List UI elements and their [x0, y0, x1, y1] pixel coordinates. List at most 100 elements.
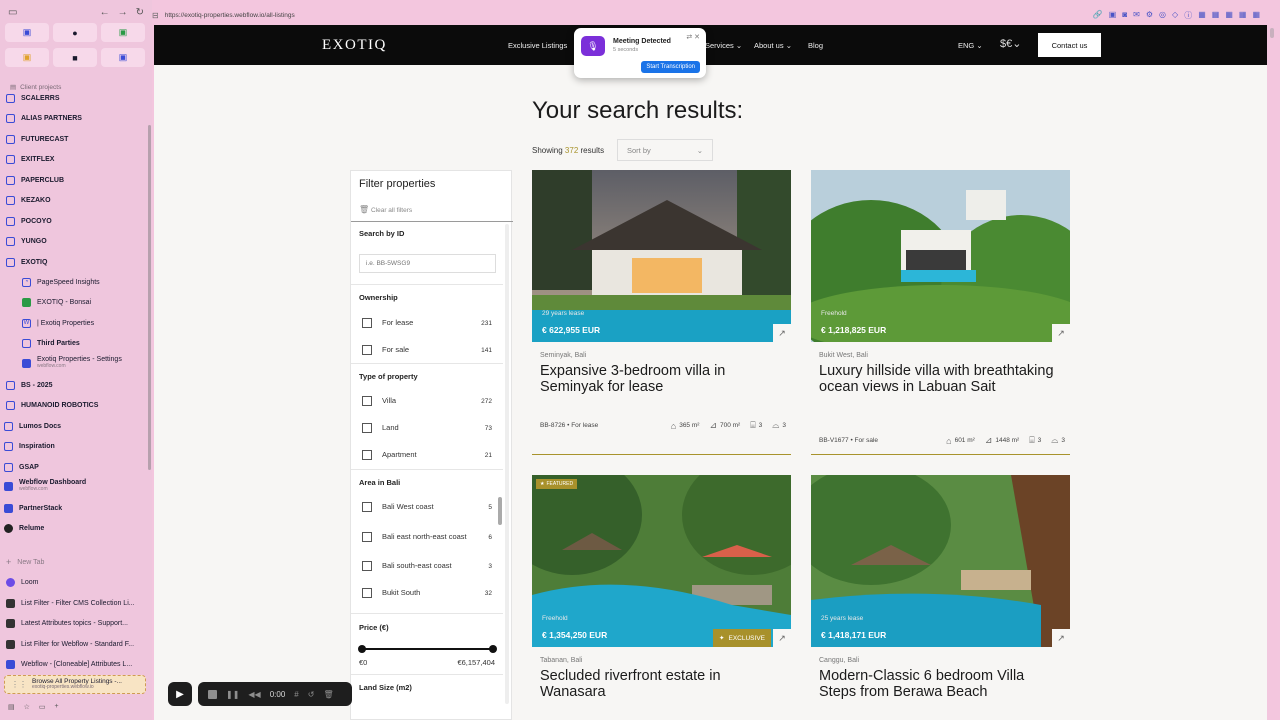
rewind-icon[interactable]: ◀◀: [248, 690, 260, 699]
sort-dropdown[interactable]: Sort by ⌄: [617, 139, 713, 161]
pinned-tab[interactable]: ▣: [5, 23, 49, 42]
stop-icon[interactable]: [208, 689, 217, 699]
extension-icon[interactable]: ▦: [1198, 10, 1206, 21]
listing-card[interactable]: Freehold € 1,218,825 EUR ↗ Bukit West, B…: [811, 170, 1070, 460]
forward-icon[interactable]: →: [118, 7, 128, 18]
nav-blog[interactable]: Blog: [808, 41, 823, 50]
filter-option[interactable]: Villa 272: [362, 393, 492, 409]
slider-handle-max[interactable]: [489, 645, 497, 653]
close-icon[interactable]: ⇄ ✕: [686, 33, 700, 41]
filter-option[interactable]: For lease 231: [362, 315, 492, 331]
new-tab-button[interactable]: + New Tab: [6, 553, 144, 571]
sidebar-folder[interactable]: Inspiration: [4, 437, 142, 455]
sidebar-tab[interactable]: W | Exotiq Properties: [22, 314, 146, 332]
checkbox[interactable]: [362, 450, 372, 460]
extension-icon[interactable]: ▦: [1252, 10, 1260, 21]
sidebar-tab[interactable]: EXOTIQ - Bonsai: [22, 293, 146, 311]
sidebar-folder[interactable]: EXITFLEX: [6, 150, 144, 168]
nav-services[interactable]: Services ⌄: [705, 41, 742, 50]
sidebar-subfolder[interactable]: Third Parties: [22, 334, 146, 352]
filter-option[interactable]: Bali east north-east coast 6: [362, 527, 492, 547]
sidebar-folder[interactable]: PAPERCLUB: [6, 171, 144, 189]
nav-exclusive-listings[interactable]: Exclusive Listings: [508, 41, 567, 50]
listing-card[interactable]: 25 years lease € 1,418,171 EUR ↗ Canggu,…: [811, 475, 1070, 720]
listing-title[interactable]: Secluded riverfront estate in Wanasara: [540, 668, 780, 700]
sidebar-tab[interactable]: List Filter - Filter CMS Collection Li..…: [6, 594, 144, 612]
arrow-up-right-icon[interactable]: ↗: [773, 629, 791, 647]
sidebar-folder[interactable]: BS - 2025: [6, 376, 144, 394]
sidebar-tab[interactable]: PartnerStack: [4, 499, 142, 517]
sidebar-tab[interactable]: Webflow - [Cloneable] Attributes L...: [6, 655, 144, 673]
pinned-tab[interactable]: ▣: [101, 48, 145, 67]
sidebar-folder[interactable]: GSAP: [4, 458, 142, 476]
search-id-input[interactable]: [359, 254, 496, 273]
arrow-up-right-icon[interactable]: ↗: [1052, 324, 1070, 342]
listing-title[interactable]: Luxury hillside villa with breathtaking …: [819, 363, 1059, 395]
camera-icon[interactable]: ▶: [168, 682, 192, 706]
trash-icon[interactable]: 🗑: [323, 690, 333, 699]
filter-option[interactable]: For sale 141: [362, 342, 492, 358]
site-logo[interactable]: EXOTIQ: [322, 37, 387, 54]
checkbox[interactable]: [362, 532, 372, 542]
sidebar-scrollbar[interactable]: [148, 125, 151, 470]
settings-icon[interactable]: ⚙: [1146, 10, 1153, 21]
sidebar-tab[interactable]: Relume: [4, 519, 142, 537]
filter-option[interactable]: Bali south-east coast 3: [362, 558, 492, 574]
sidebar-folder[interactable]: YUNGO: [6, 232, 144, 250]
extension-icon[interactable]: ▦: [1239, 10, 1247, 21]
target-icon[interactable]: ◎: [1159, 10, 1166, 21]
sidebar-toggle-icon[interactable]: ▭: [8, 7, 17, 18]
mail-icon[interactable]: ✉: [1133, 10, 1140, 21]
contact-us-button[interactable]: Contact us: [1038, 33, 1101, 57]
slider-handle-min[interactable]: [358, 645, 366, 653]
pause-icon[interactable]: ❚❚: [226, 690, 239, 699]
currency-icon[interactable]: $€⌄: [1000, 37, 1021, 50]
sidebar-tab[interactable]: Webflow Dashboard webflow.com: [4, 477, 142, 495]
checkbox[interactable]: [362, 561, 372, 571]
star-icon[interactable]: ☆: [24, 703, 30, 711]
pinned-tab[interactable]: ▣: [101, 23, 145, 42]
active-sidebar-tab[interactable]: ⋮⋮ Browse All Property Listings -... exo…: [4, 675, 146, 694]
camera-icon[interactable]: ◙: [1122, 10, 1127, 21]
checkbox[interactable]: [362, 318, 372, 328]
start-transcription-button[interactable]: Start Transcription: [641, 61, 700, 73]
code-icon[interactable]: ◇: [1172, 10, 1178, 21]
filter-option[interactable]: Bali West coast 5: [362, 499, 492, 515]
filter-scrollbar[interactable]: [505, 224, 509, 704]
pinned-tab[interactable]: ●: [53, 23, 97, 42]
sidebar-tab[interactable]: ◔ PageSpeed Insights: [22, 273, 146, 291]
language-switcher[interactable]: ENG ⌄: [958, 41, 983, 50]
listing-image[interactable]: [532, 475, 791, 647]
page-scrollbar[interactable]: [1270, 28, 1274, 38]
sidebar-tab[interactable]: Latest Attributes topics - Support...: [6, 614, 144, 632]
sidebar-tab[interactable]: Loom: [6, 573, 144, 591]
restart-icon[interactable]: ↺: [308, 690, 315, 699]
arrow-up-right-icon[interactable]: ↗: [1052, 629, 1070, 647]
listing-title[interactable]: Expansive 3-bedroom villa in Seminyak fo…: [540, 363, 780, 395]
sidebar-folder[interactable]: POCOYO: [6, 212, 144, 230]
sidebar-folder[interactable]: HUMANOID ROBOTICS: [6, 396, 144, 414]
sidebar-tab[interactable]: Exotiq Properties - Settings webflow.com: [22, 354, 146, 372]
filter-option[interactable]: Bukit South 32: [362, 585, 492, 601]
reload-icon[interactable]: ↻: [136, 7, 144, 18]
checkbox[interactable]: [362, 588, 372, 598]
link-icon[interactable]: 🔗: [1093, 10, 1103, 21]
site-info-icon[interactable]: ⊟: [152, 11, 159, 20]
sidebar-folder[interactable]: FUTURECAST: [6, 130, 144, 148]
grid-icon[interactable]: #: [294, 690, 298, 699]
sidebar-folder[interactable]: ALIAS PARTNERS: [6, 109, 144, 127]
checkbox[interactable]: [362, 502, 372, 512]
clear-filters-button[interactable]: 🗑 Clear all filters: [359, 205, 412, 214]
listing-title[interactable]: Modern-Classic 6 bedroom Villa Steps fro…: [819, 668, 1059, 700]
listing-image[interactable]: [811, 170, 1070, 342]
filter-option[interactable]: Land 73: [362, 420, 492, 436]
nav-about-us[interactable]: About us ⌄: [754, 41, 792, 50]
plus-icon[interactable]: +: [55, 703, 59, 711]
arrow-up-right-icon[interactable]: ↗: [773, 324, 791, 342]
filter-scroll-thumb[interactable]: [498, 497, 502, 525]
folder-icon[interactable]: ▭: [39, 703, 46, 711]
sidebar-folder[interactable]: Lumos Docs: [4, 417, 142, 435]
screenshot-icon[interactable]: ▣: [1109, 10, 1117, 21]
checkbox[interactable]: [362, 423, 372, 433]
extension-icon[interactable]: ▦: [1212, 10, 1220, 21]
